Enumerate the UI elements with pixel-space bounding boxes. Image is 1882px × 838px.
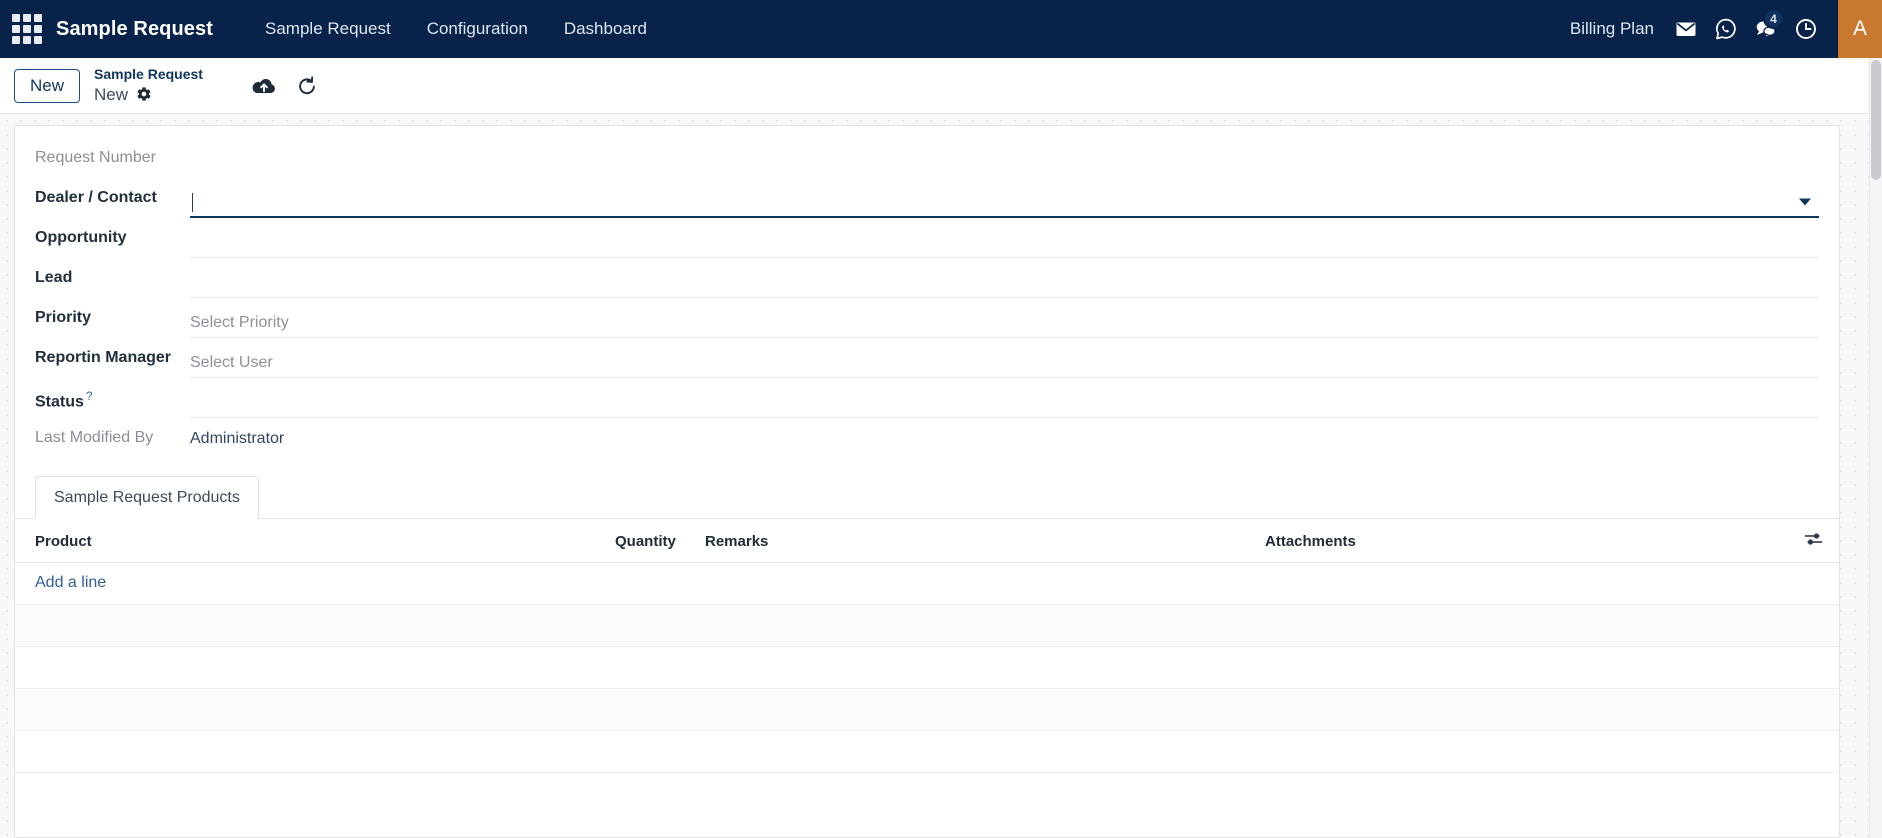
empty-cell [15,604,1839,647]
column-header-quantity[interactable]: Quantity [615,519,705,563]
empty-cell [15,646,1839,689]
nav-item-sample-request[interactable]: Sample Request [247,11,409,47]
field-request-number: Request Number [15,140,1839,180]
column-header-attachments[interactable]: Attachments [1265,519,1789,563]
control-panel: New Sample Request New [0,58,1882,114]
column-header-remarks[interactable]: Remarks [705,519,1265,563]
undo-discard-icon[interactable] [295,75,319,97]
empty-cell [15,688,1839,731]
activity-clock-icon[interactable] [1786,0,1826,58]
priority-select[interactable]: Select Priority [190,308,1819,338]
messages-icon[interactable]: 4 [1746,0,1786,58]
field-value-lead [190,260,1819,298]
field-priority: Priority Select Priority [15,300,1839,340]
apps-grid-icon[interactable] [10,12,44,46]
billing-plan-link[interactable]: Billing Plan [1558,19,1666,39]
field-reporting-manager: Reportin Manager Select User [15,340,1839,380]
page-scrollbar-thumb[interactable] [1871,60,1881,180]
add-a-line-row[interactable]: Add a line [15,562,1839,605]
text-cursor [192,192,193,212]
add-a-line-cell[interactable]: Add a line [15,562,1839,605]
request-number-value [190,148,1819,150]
table-header-row: Product Quantity Remarks Attachments [15,519,1839,563]
breadcrumb-parent[interactable]: Sample Request [94,66,203,84]
status-input[interactable] [190,388,1819,418]
field-dealer-contact: Dealer / Contact [15,180,1839,220]
empty-row [15,730,1839,773]
nav-item-configuration[interactable]: Configuration [409,11,546,47]
notebook: Sample Request Products Product Quantity… [15,476,1839,773]
user-avatar[interactable]: A [1838,0,1882,58]
field-value-opportunity [190,220,1819,258]
messages-count-badge: 4 [1763,8,1784,29]
opportunity-input[interactable] [190,228,1819,258]
table-header: Product Quantity Remarks Attachments [15,519,1839,563]
table-body: Add a line [15,562,1839,773]
sliders-optional-columns-icon[interactable] [1804,531,1823,547]
nav-item-dashboard[interactable]: Dashboard [546,11,665,47]
cloud-upload-save-icon[interactable] [251,75,277,97]
field-label-opportunity: Opportunity [35,229,127,246]
empty-row [15,604,1839,647]
navbar-systray: Billing Plan 4 A [1558,0,1882,58]
field-label-last-modified-by: Last Modified By [35,429,154,446]
field-value-status [190,380,1819,418]
field-lead: Lead [15,260,1839,300]
field-value-priority: Select Priority [190,300,1819,338]
field-value-request-number [190,140,1819,176]
reporting-manager-select[interactable]: Select User [190,348,1819,378]
field-last-modified-by: Last Modified By Administrator [15,420,1839,460]
reporting-manager-placeholder: Select User [190,353,273,371]
app-brand-title[interactable]: Sample Request [56,18,213,41]
dealer-contact-input[interactable] [190,188,1819,218]
help-tooltip-icon[interactable]: ? [86,389,93,403]
column-header-optional [1789,519,1839,563]
page-scrollbar[interactable] [1869,58,1882,838]
empty-row [15,646,1839,689]
breadcrumb-current: New [94,84,129,104]
notebook-tab-strip: Sample Request Products [15,476,1839,519]
lead-input[interactable] [190,268,1819,298]
form-sheet: Request Number Dealer / Contact Opportun… [14,125,1840,838]
field-opportunity: Opportunity [15,220,1839,260]
tab-sample-request-products[interactable]: Sample Request Products [35,476,259,519]
record-actions [251,75,319,97]
gear-icon[interactable] [136,86,152,102]
field-label-request-number: Request Number [35,149,156,166]
whatsapp-icon[interactable] [1706,0,1746,58]
chevron-down-icon[interactable] [1799,198,1811,206]
priority-placeholder: Select Priority [190,313,289,331]
field-label-lead: Lead [35,269,73,286]
add-a-line-link[interactable]: Add a line [35,574,106,591]
field-value-last-modified-by: Administrator [190,420,1819,456]
field-value-dealer-contact [190,180,1819,218]
field-label-dealer-contact: Dealer / Contact [35,189,157,206]
field-value-reporting-manager: Select User [190,340,1819,378]
top-navbar: Sample Request Sample Request Configurat… [0,0,1882,58]
status-label-text: Status [35,393,84,411]
field-label-reporting-manager: Reportin Manager [35,349,172,366]
mail-icon[interactable] [1666,0,1706,58]
form-fields: Request Number Dealer / Contact Opportun… [15,126,1839,460]
field-label-priority: Priority [35,309,92,326]
sample-request-products-table: Product Quantity Remarks Attachments Add… [15,519,1839,773]
field-status: Status? [15,380,1839,420]
empty-cell [15,730,1839,773]
field-label-status: Status? [35,380,190,411]
content-area: Request Number Dealer / Contact Opportun… [0,114,1882,838]
breadcrumb: Sample Request New [94,66,203,105]
primary-nav: Sample Request Configuration Dashboard [247,11,665,47]
empty-row [15,688,1839,731]
new-record-button[interactable]: New [14,68,81,103]
last-modified-by-value: Administrator [190,430,285,447]
column-header-product[interactable]: Product [15,519,615,563]
